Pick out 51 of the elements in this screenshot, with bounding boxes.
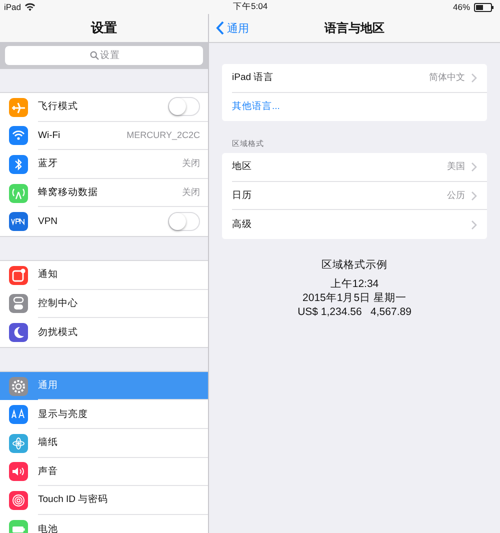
link[interactable]: 其他语言... [232,100,477,114]
row-label: 日历 [232,189,253,202]
settings-row[interactable]: 日历 公历 [232,182,487,210]
search-icon [90,51,99,60]
clock-time: 下午5:04 [233,1,268,13]
device-name: iPad [4,2,22,12]
settings-row[interactable]: 地区 美国 [232,153,487,182]
item-label: 电池 [38,522,59,533]
item-label: Wi-Fi [38,130,62,141]
row-label: 高级 [232,218,253,232]
settings-row[interactable]: iPad 语言 简体中文 [232,64,487,93]
item-label: 通知 [38,268,59,282]
settings-row[interactable]: 其他语言... [232,92,487,122]
row-value: 公历 [447,189,465,202]
row-value: 美国 [447,160,465,174]
sidebar-title: 设置 [91,19,117,37]
row-value: 简体中文 [429,71,465,84]
wifi-icon [25,3,36,11]
row-label: 地区 [232,160,253,174]
item-label: 控制中心 [38,296,79,310]
item-value: MERCURY_2C2C [126,130,200,140]
item-label: 墙纸 [38,436,59,450]
item-label: 通用 [38,379,59,392]
toggle-switch[interactable] [168,212,200,232]
item-label: 勿扰模式 [38,326,79,339]
chevron-icon [471,220,477,230]
item-label: 蓝牙 [38,157,59,170]
item-label: 显示与亮度 [38,408,89,421]
item-label: VPN [38,216,59,228]
battery-percent: 46% [452,2,470,12]
settings-row[interactable]: 高级 [232,210,487,239]
chevron-icon [471,190,477,201]
example-line: 2015年1月5日 星期一 [302,290,406,305]
search-field[interactable]: 设置 [5,46,203,65]
toggle-switch[interactable] [168,97,200,116]
example-line: 上午12:34 [330,276,379,291]
battery-icon [474,2,494,12]
item-label: 声音 [38,464,59,478]
example-title: 区域格式示例 [322,258,388,272]
chevron-icon [471,72,477,83]
row-label: iPad 语言 [232,71,275,84]
chevron-icon [471,162,477,172]
item-label: 蜂窝移动数据 [38,186,99,200]
page-title: 语言与地区 [324,20,384,36]
item-label: 飞行模式 [38,100,79,114]
item-value: 关闭 [182,157,200,170]
back-button[interactable]: 通用 [209,20,249,36]
item-value: 关闭 [182,186,200,200]
example-line: US$ 1,234.56 4,567.89 [298,304,412,319]
back-chevron-icon [216,21,224,35]
item-label: Touch ID 与密码 [38,493,110,506]
